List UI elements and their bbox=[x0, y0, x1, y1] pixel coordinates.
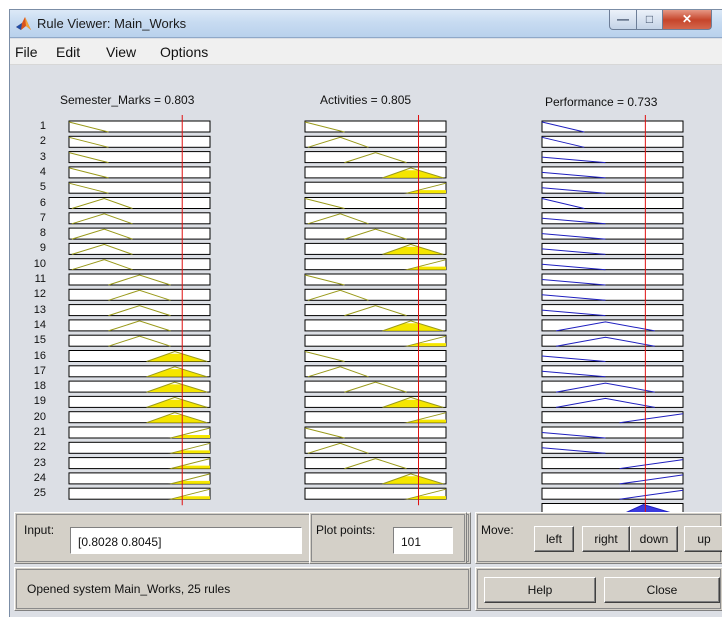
rule-7-activities-cell[interactable] bbox=[304, 212, 447, 225]
rule-5-performance-cell[interactable] bbox=[541, 181, 684, 194]
rule-6-semester-marks-cell[interactable] bbox=[68, 197, 211, 209]
rule-11-activities-cell[interactable] bbox=[304, 273, 447, 286]
input-field[interactable]: [0.8028 0.8045] bbox=[70, 527, 302, 554]
rule-2-activities-cell[interactable] bbox=[304, 135, 447, 148]
rule-18-performance-cell[interactable] bbox=[541, 380, 684, 393]
rule-25-activities-cell[interactable] bbox=[304, 487, 447, 500]
rule-21-activities-cell[interactable] bbox=[304, 426, 447, 439]
status-panel: Opened system Main_Works, 25 rules bbox=[14, 567, 471, 611]
move-up-button[interactable]: up bbox=[684, 526, 722, 552]
rule-23-semester-marks-cell[interactable] bbox=[68, 457, 211, 470]
rule-23-performance-cell[interactable] bbox=[541, 457, 684, 470]
move-right-button[interactable]: right bbox=[582, 526, 630, 552]
rule-11-semester-marks-cell[interactable] bbox=[68, 273, 211, 286]
rule-15-performance-cell[interactable] bbox=[541, 334, 684, 347]
rule-10-performance-cell[interactable] bbox=[541, 258, 684, 271]
rule-17-semester-marks-cell[interactable] bbox=[68, 365, 211, 378]
rule-10-activities-cell[interactable] bbox=[304, 258, 447, 271]
move-down-button[interactable]: down bbox=[630, 526, 678, 552]
rule-17-activities-cell[interactable] bbox=[304, 365, 447, 378]
rule-9-activities-cell[interactable] bbox=[304, 242, 447, 255]
rule-16-activities-cell[interactable] bbox=[304, 350, 447, 362]
move-label: Move: bbox=[481, 523, 514, 537]
rule-8-performance-cell[interactable] bbox=[541, 227, 684, 240]
rule-9-performance-cell[interactable] bbox=[541, 242, 684, 255]
rule-2-semester-marks-cell[interactable] bbox=[68, 135, 211, 148]
rule-12-performance-cell[interactable] bbox=[541, 288, 684, 301]
rule-25-semester-marks-cell[interactable] bbox=[68, 487, 211, 500]
rule-6-activities-cell[interactable] bbox=[304, 197, 447, 209]
rule-8-activities-cell[interactable] bbox=[304, 227, 447, 240]
rule-16-semester-marks-cell[interactable] bbox=[68, 350, 211, 362]
rule-19-activities-cell[interactable] bbox=[304, 395, 447, 408]
rule-1-activities-cell[interactable] bbox=[304, 120, 447, 133]
rule-14-performance-cell[interactable] bbox=[541, 319, 684, 332]
rule-5-activities-cell[interactable] bbox=[304, 181, 447, 194]
rule-3-performance-cell[interactable] bbox=[541, 151, 684, 164]
rule-11-performance-cell[interactable] bbox=[541, 273, 684, 286]
rule-1-semester-marks-cell[interactable] bbox=[68, 120, 211, 133]
rule-12-semester-marks-cell[interactable] bbox=[68, 288, 211, 301]
rule-6-performance-cell[interactable] bbox=[541, 197, 684, 209]
rule-3-activities-cell[interactable] bbox=[304, 151, 447, 164]
rule-7-semester-marks-cell[interactable] bbox=[68, 212, 211, 225]
rule-19-performance-cell[interactable] bbox=[541, 395, 684, 408]
rule-21-semester-marks-cell[interactable] bbox=[68, 426, 211, 439]
rule-23-activities-cell[interactable] bbox=[304, 457, 447, 470]
rule-5-semester-marks-cell[interactable] bbox=[68, 181, 211, 194]
plot-points-field[interactable]: 101 bbox=[393, 527, 453, 554]
rule-22-activities-cell[interactable] bbox=[304, 441, 447, 454]
rule-4-performance-cell[interactable] bbox=[541, 166, 684, 179]
rule-9-semester-marks-cell[interactable] bbox=[68, 242, 211, 255]
rule-22-semester-marks-cell[interactable] bbox=[68, 441, 211, 454]
rule-22-performance-cell[interactable] bbox=[541, 441, 684, 454]
rule-18-activities-cell[interactable] bbox=[304, 380, 447, 393]
plot-points-panel: Plot points: 101 bbox=[309, 512, 467, 564]
rule-4-semester-marks-cell[interactable] bbox=[68, 166, 211, 179]
rule-16-performance-cell[interactable] bbox=[541, 350, 684, 362]
move-panel: Move: left right down up bbox=[475, 512, 722, 564]
rule-18-semester-marks-cell[interactable] bbox=[68, 380, 211, 393]
rule-24-performance-cell[interactable] bbox=[541, 472, 684, 485]
rule-plot-area[interactable] bbox=[10, 10, 722, 515]
rule-13-semester-marks-cell[interactable] bbox=[68, 304, 211, 317]
rule-21-performance-cell[interactable] bbox=[541, 426, 684, 439]
rule-14-activities-cell[interactable] bbox=[304, 319, 447, 332]
rule-15-semester-marks-cell[interactable] bbox=[68, 334, 211, 347]
rule-7-performance-cell[interactable] bbox=[541, 212, 684, 225]
rule-4-activities-cell[interactable] bbox=[304, 166, 447, 179]
rule-12-activities-cell[interactable] bbox=[304, 288, 447, 301]
status-text: Opened system Main_Works, 25 rules bbox=[27, 582, 231, 596]
rule-10-semester-marks-cell[interactable] bbox=[68, 258, 211, 271]
close-button[interactable]: Close bbox=[604, 577, 720, 603]
rule-20-activities-cell[interactable] bbox=[304, 411, 447, 424]
rule-17-performance-cell[interactable] bbox=[541, 365, 684, 378]
move-left-button[interactable]: left bbox=[534, 526, 574, 552]
rule-1-performance-cell[interactable] bbox=[541, 120, 684, 133]
rule-20-performance-cell[interactable] bbox=[541, 411, 684, 424]
rule-20-semester-marks-cell[interactable] bbox=[68, 411, 211, 424]
input-label: Input: bbox=[24, 523, 55, 537]
rule-8-semester-marks-cell[interactable] bbox=[68, 227, 211, 240]
plot-points-label: Plot points: bbox=[316, 523, 376, 537]
rule-19-semester-marks-cell[interactable] bbox=[68, 395, 211, 408]
rule-3-semester-marks-cell[interactable] bbox=[68, 151, 211, 164]
rule-25-performance-cell[interactable] bbox=[541, 487, 684, 500]
rule-viewer-window: Rule Viewer: Main_Works — □ ✕ File Edit … bbox=[9, 9, 722, 617]
help-button[interactable]: Help bbox=[484, 577, 596, 603]
rule-14-semester-marks-cell[interactable] bbox=[68, 319, 211, 332]
rule-15-activities-cell[interactable] bbox=[304, 334, 447, 347]
rule-13-activities-cell[interactable] bbox=[304, 304, 447, 317]
rule-24-activities-cell[interactable] bbox=[304, 472, 447, 485]
rule-2-performance-cell[interactable] bbox=[541, 135, 684, 148]
help-close-panel: Help Close bbox=[475, 567, 722, 611]
rule-13-performance-cell[interactable] bbox=[541, 304, 684, 317]
rule-24-semester-marks-cell[interactable] bbox=[68, 472, 211, 485]
